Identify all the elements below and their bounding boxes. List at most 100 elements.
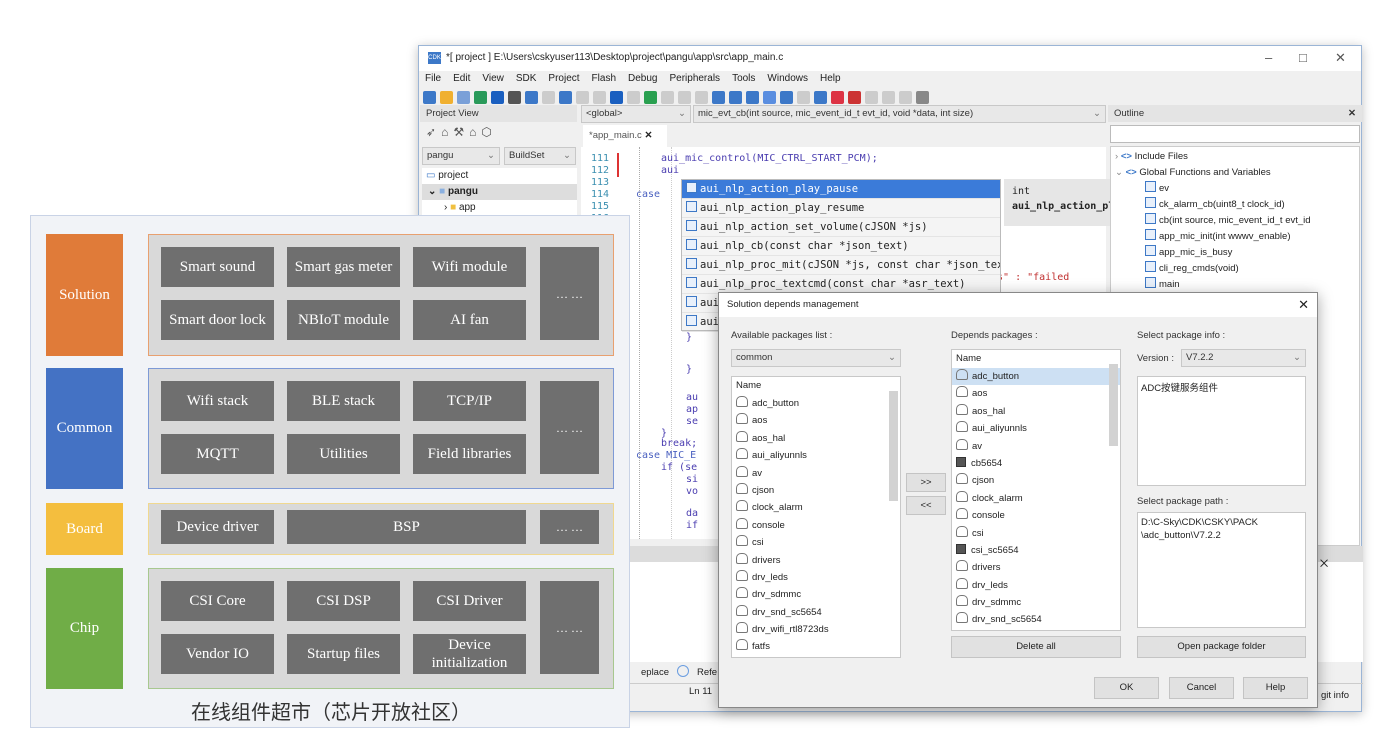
menu-sdk[interactable]: SDK (510, 71, 543, 87)
flag-icon[interactable] (644, 90, 657, 104)
save-icon[interactable] (474, 90, 487, 104)
add-package-button[interactable]: >> (906, 473, 946, 492)
redo-icon[interactable] (593, 90, 606, 104)
open-project-icon[interactable] (457, 90, 470, 104)
available-package-item[interactable]: adc_button (732, 395, 900, 412)
tab-app-main[interactable]: *app_main.c ✕ (583, 125, 667, 147)
depends-package-item[interactable]: csi (952, 525, 1120, 542)
outline-item[interactable]: ck_alarm_cb(uint8_t clock_id) (1115, 197, 1355, 213)
package-icon[interactable]: ⬡ (481, 125, 496, 139)
copy-icon[interactable] (525, 90, 538, 104)
paste-icon[interactable] (542, 90, 555, 104)
tree-item-app[interactable]: › ■ app (422, 200, 577, 216)
close-outline-icon[interactable]: ✕ (1348, 105, 1356, 122)
menu-file[interactable]: File (419, 71, 447, 87)
find-files-icon[interactable] (729, 90, 742, 104)
cut-icon[interactable] (508, 90, 521, 104)
scope-combo[interactable]: <global> ⌄ (581, 105, 691, 123)
cancel-button[interactable]: Cancel (1169, 677, 1234, 699)
tree-item-pangu[interactable]: ⌄ ■ pangu (422, 184, 577, 200)
depends-package-item[interactable]: aos (952, 385, 1120, 402)
depends-package-item[interactable]: adc_button (952, 368, 1120, 386)
autocomplete-item[interactable]: aui_nlp_action_play_pause (682, 180, 1000, 199)
close-tab-icon[interactable]: ✕ (644, 130, 652, 141)
menu-windows[interactable]: Windows (761, 71, 814, 87)
autocomplete-item[interactable]: aui_nlp_cb(const char *json_text) (682, 237, 1000, 256)
home-icon[interactable] (916, 90, 929, 104)
step-icon[interactable] (882, 90, 895, 104)
autocomplete-item[interactable]: aui_nlp_proc_mit(cJSON *js, const char *… (682, 256, 1000, 275)
depends-package-item[interactable]: av (952, 438, 1120, 455)
available-scrollbar[interactable] (889, 391, 898, 501)
open-folder-icon[interactable] (440, 90, 453, 104)
bookmark-prev-icon[interactable] (678, 90, 691, 104)
help-button[interactable]: Help (1243, 677, 1308, 699)
forward-icon[interactable] (627, 90, 640, 104)
depends-package-item[interactable]: drv_snd_sc5654 (952, 611, 1120, 628)
menu-debug[interactable]: Debug (622, 71, 663, 87)
maximize-button[interactable]: □ (1299, 50, 1307, 65)
available-package-item[interactable]: drv_snd_sc5654 (732, 604, 900, 621)
menu-flash[interactable]: Flash (586, 71, 622, 87)
available-package-item[interactable]: clock_alarm (732, 499, 900, 516)
clean-icon[interactable] (797, 90, 810, 104)
available-package-item[interactable]: csi (732, 534, 900, 551)
available-package-item[interactable]: cjson (732, 482, 900, 499)
debug-icon[interactable] (814, 90, 827, 104)
version-combo[interactable]: V7.2.2 ⌄ (1181, 349, 1306, 367)
menu-tools[interactable]: Tools (726, 71, 761, 87)
menu-help[interactable]: Help (814, 71, 847, 87)
depends-package-item[interactable]: drv_leds (952, 577, 1120, 594)
available-package-item[interactable]: drivers (732, 552, 900, 569)
breakpoint-icon[interactable] (848, 90, 861, 104)
available-package-item[interactable]: fatfs (732, 638, 900, 655)
outline-item[interactable]: app_mic_init(int wwwv_enable) (1115, 229, 1355, 245)
home-icon[interactable]: ⌂ (441, 125, 453, 139)
outline-search-input[interactable] (1110, 125, 1360, 143)
outline-item[interactable]: ev (1115, 181, 1355, 197)
depends-package-item[interactable]: console (952, 507, 1120, 524)
available-column-name[interactable]: Name (732, 377, 900, 395)
outline-item[interactable]: › <> Include Files (1115, 149, 1355, 165)
available-package-item[interactable]: console (732, 517, 900, 534)
depends-package-item[interactable]: cjson (952, 472, 1120, 489)
ok-button[interactable]: OK (1094, 677, 1159, 699)
chevron-down-icon[interactable]: ⌄ (1115, 167, 1126, 178)
depends-package-item[interactable]: csi_sc5654 (952, 542, 1120, 559)
buildset-combo[interactable]: BuildSet ⌄ (504, 147, 576, 165)
depends-column-name[interactable]: Name (952, 350, 1120, 368)
outline-item[interactable]: app_mic_is_busy (1115, 245, 1355, 261)
bookmark-next-icon[interactable] (695, 90, 708, 104)
rebuild-icon[interactable] (831, 90, 844, 104)
outline-item[interactable]: main (1115, 277, 1355, 293)
minimize-button[interactable]: – (1265, 50, 1272, 65)
delete-all-button[interactable]: Delete all (951, 636, 1121, 658)
project-combo[interactable]: pangu ⌄ (422, 147, 500, 165)
new-file-icon[interactable] (423, 90, 436, 104)
locate-icon[interactable]: ➶ (426, 125, 441, 139)
outline-item[interactable]: cli_reg_cmds(void) (1115, 261, 1355, 277)
run-icon[interactable] (865, 90, 878, 104)
menu-edit[interactable]: Edit (447, 71, 476, 87)
download-icon[interactable] (780, 90, 793, 104)
back-icon[interactable] (610, 90, 623, 104)
git-info[interactable]: git info (1321, 690, 1349, 701)
radio-refer[interactable] (677, 665, 689, 677)
depends-package-item[interactable]: clock_alarm (952, 490, 1120, 507)
outline-item[interactable]: cb(int source, mic_event_id_t evt_id (1115, 213, 1355, 229)
available-package-item[interactable]: drv_wifi_rtl8723ds (732, 621, 900, 638)
available-package-item[interactable]: aos (732, 412, 900, 429)
available-package-item[interactable]: aos_hal (732, 430, 900, 447)
available-package-item[interactable]: aui_aliyunnls (732, 447, 900, 464)
depends-package-item[interactable]: drv_sdmmc (952, 594, 1120, 611)
autocomplete-item[interactable]: aui_nlp_action_set_volume(cJSON *js) (682, 218, 1000, 237)
available-package-item[interactable]: av (732, 465, 900, 482)
replace-label[interactable]: eplace (641, 667, 669, 678)
depends-package-item[interactable]: aos_hal (952, 403, 1120, 420)
dialog-close-button[interactable]: ✕ (1298, 297, 1309, 313)
build-icon[interactable] (763, 90, 776, 104)
autocomplete-item[interactable]: aui_nlp_action_play_resume (682, 199, 1000, 218)
house-icon[interactable]: ⌂ (469, 125, 481, 139)
depends-scrollbar[interactable] (1109, 364, 1118, 446)
build-icon[interactable]: ⚒ (453, 125, 469, 139)
